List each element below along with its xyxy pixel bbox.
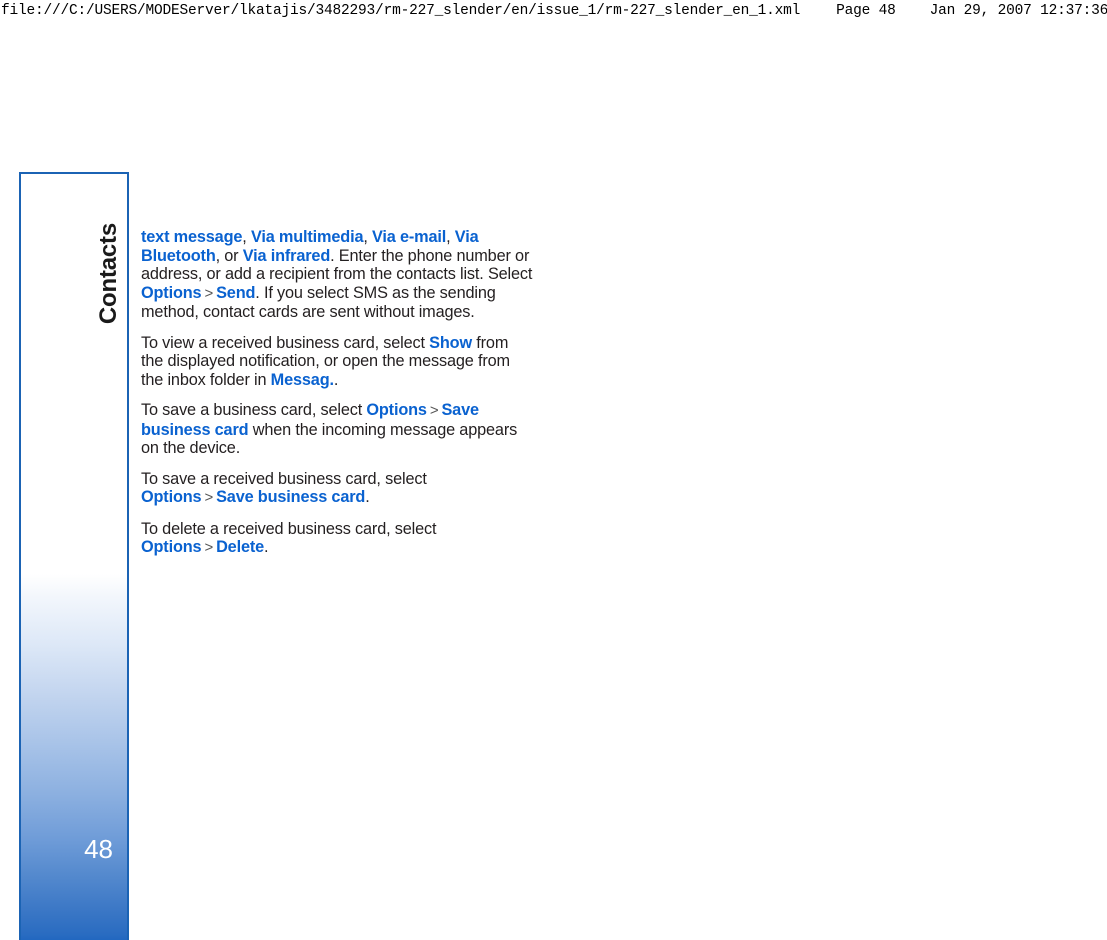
ui-term[interactable]: Options: [141, 538, 202, 556]
menu-separator-icon: >: [204, 284, 214, 302]
p-save-card: To save a business card, select Options >…: [141, 401, 533, 458]
body-text: .: [264, 538, 269, 556]
page-number: 48: [84, 834, 113, 864]
body-text: ,: [446, 228, 455, 246]
ui-term[interactable]: Via e-mail: [372, 228, 446, 246]
ui-term[interactable]: Options: [141, 488, 202, 506]
ui-term[interactable]: Delete: [216, 538, 264, 556]
p-view-card: To view a received business card, select…: [141, 334, 533, 390]
body-text: .: [365, 488, 370, 506]
ui-term[interactable]: Messag.: [271, 371, 334, 389]
ui-term[interactable]: Show: [429, 334, 472, 352]
p-delete-card: To delete a received business card, sele…: [141, 520, 533, 558]
ui-term[interactable]: Options: [366, 401, 427, 419]
menu-separator-icon: >: [204, 489, 214, 506]
body-text: , or: [215, 246, 243, 265]
p-sending-cards: text message, Via multimedia, Via e-mail…: [141, 228, 533, 322]
body-text: To save a business card, select: [141, 401, 367, 419]
menu-separator-icon: >: [204, 539, 214, 556]
ui-term[interactable]: Save business card: [216, 488, 365, 506]
ui-term[interactable]: Via multimedia: [251, 228, 364, 246]
document-page: Contacts 48 text message, Via multimedia…: [0, 0, 1107, 940]
body-text: To delete a received business card, sele…: [141, 519, 437, 538]
chapter-label-wrapper: Contacts: [21, 174, 127, 374]
body-text: To save a received business card, select: [141, 469, 427, 488]
chapter-title: Contacts: [95, 223, 122, 325]
ui-term[interactable]: Options: [141, 284, 202, 302]
ui-term[interactable]: Send: [216, 284, 255, 302]
menu-separator-icon: >: [429, 402, 439, 419]
chapter-sidebar: Contacts 48: [19, 172, 129, 940]
ui-term[interactable]: text message: [141, 228, 242, 246]
body-text: ,: [242, 228, 251, 246]
body-text: .: [333, 370, 339, 389]
body-text: To view a received business card, select: [141, 333, 430, 352]
body-text-column: text message, Via multimedia, Via e-mail…: [141, 228, 533, 558]
p-save-received-card: To save a received business card, select…: [141, 470, 533, 508]
body-text: ,: [363, 228, 373, 246]
ui-term[interactable]: Via infrared: [243, 247, 331, 265]
